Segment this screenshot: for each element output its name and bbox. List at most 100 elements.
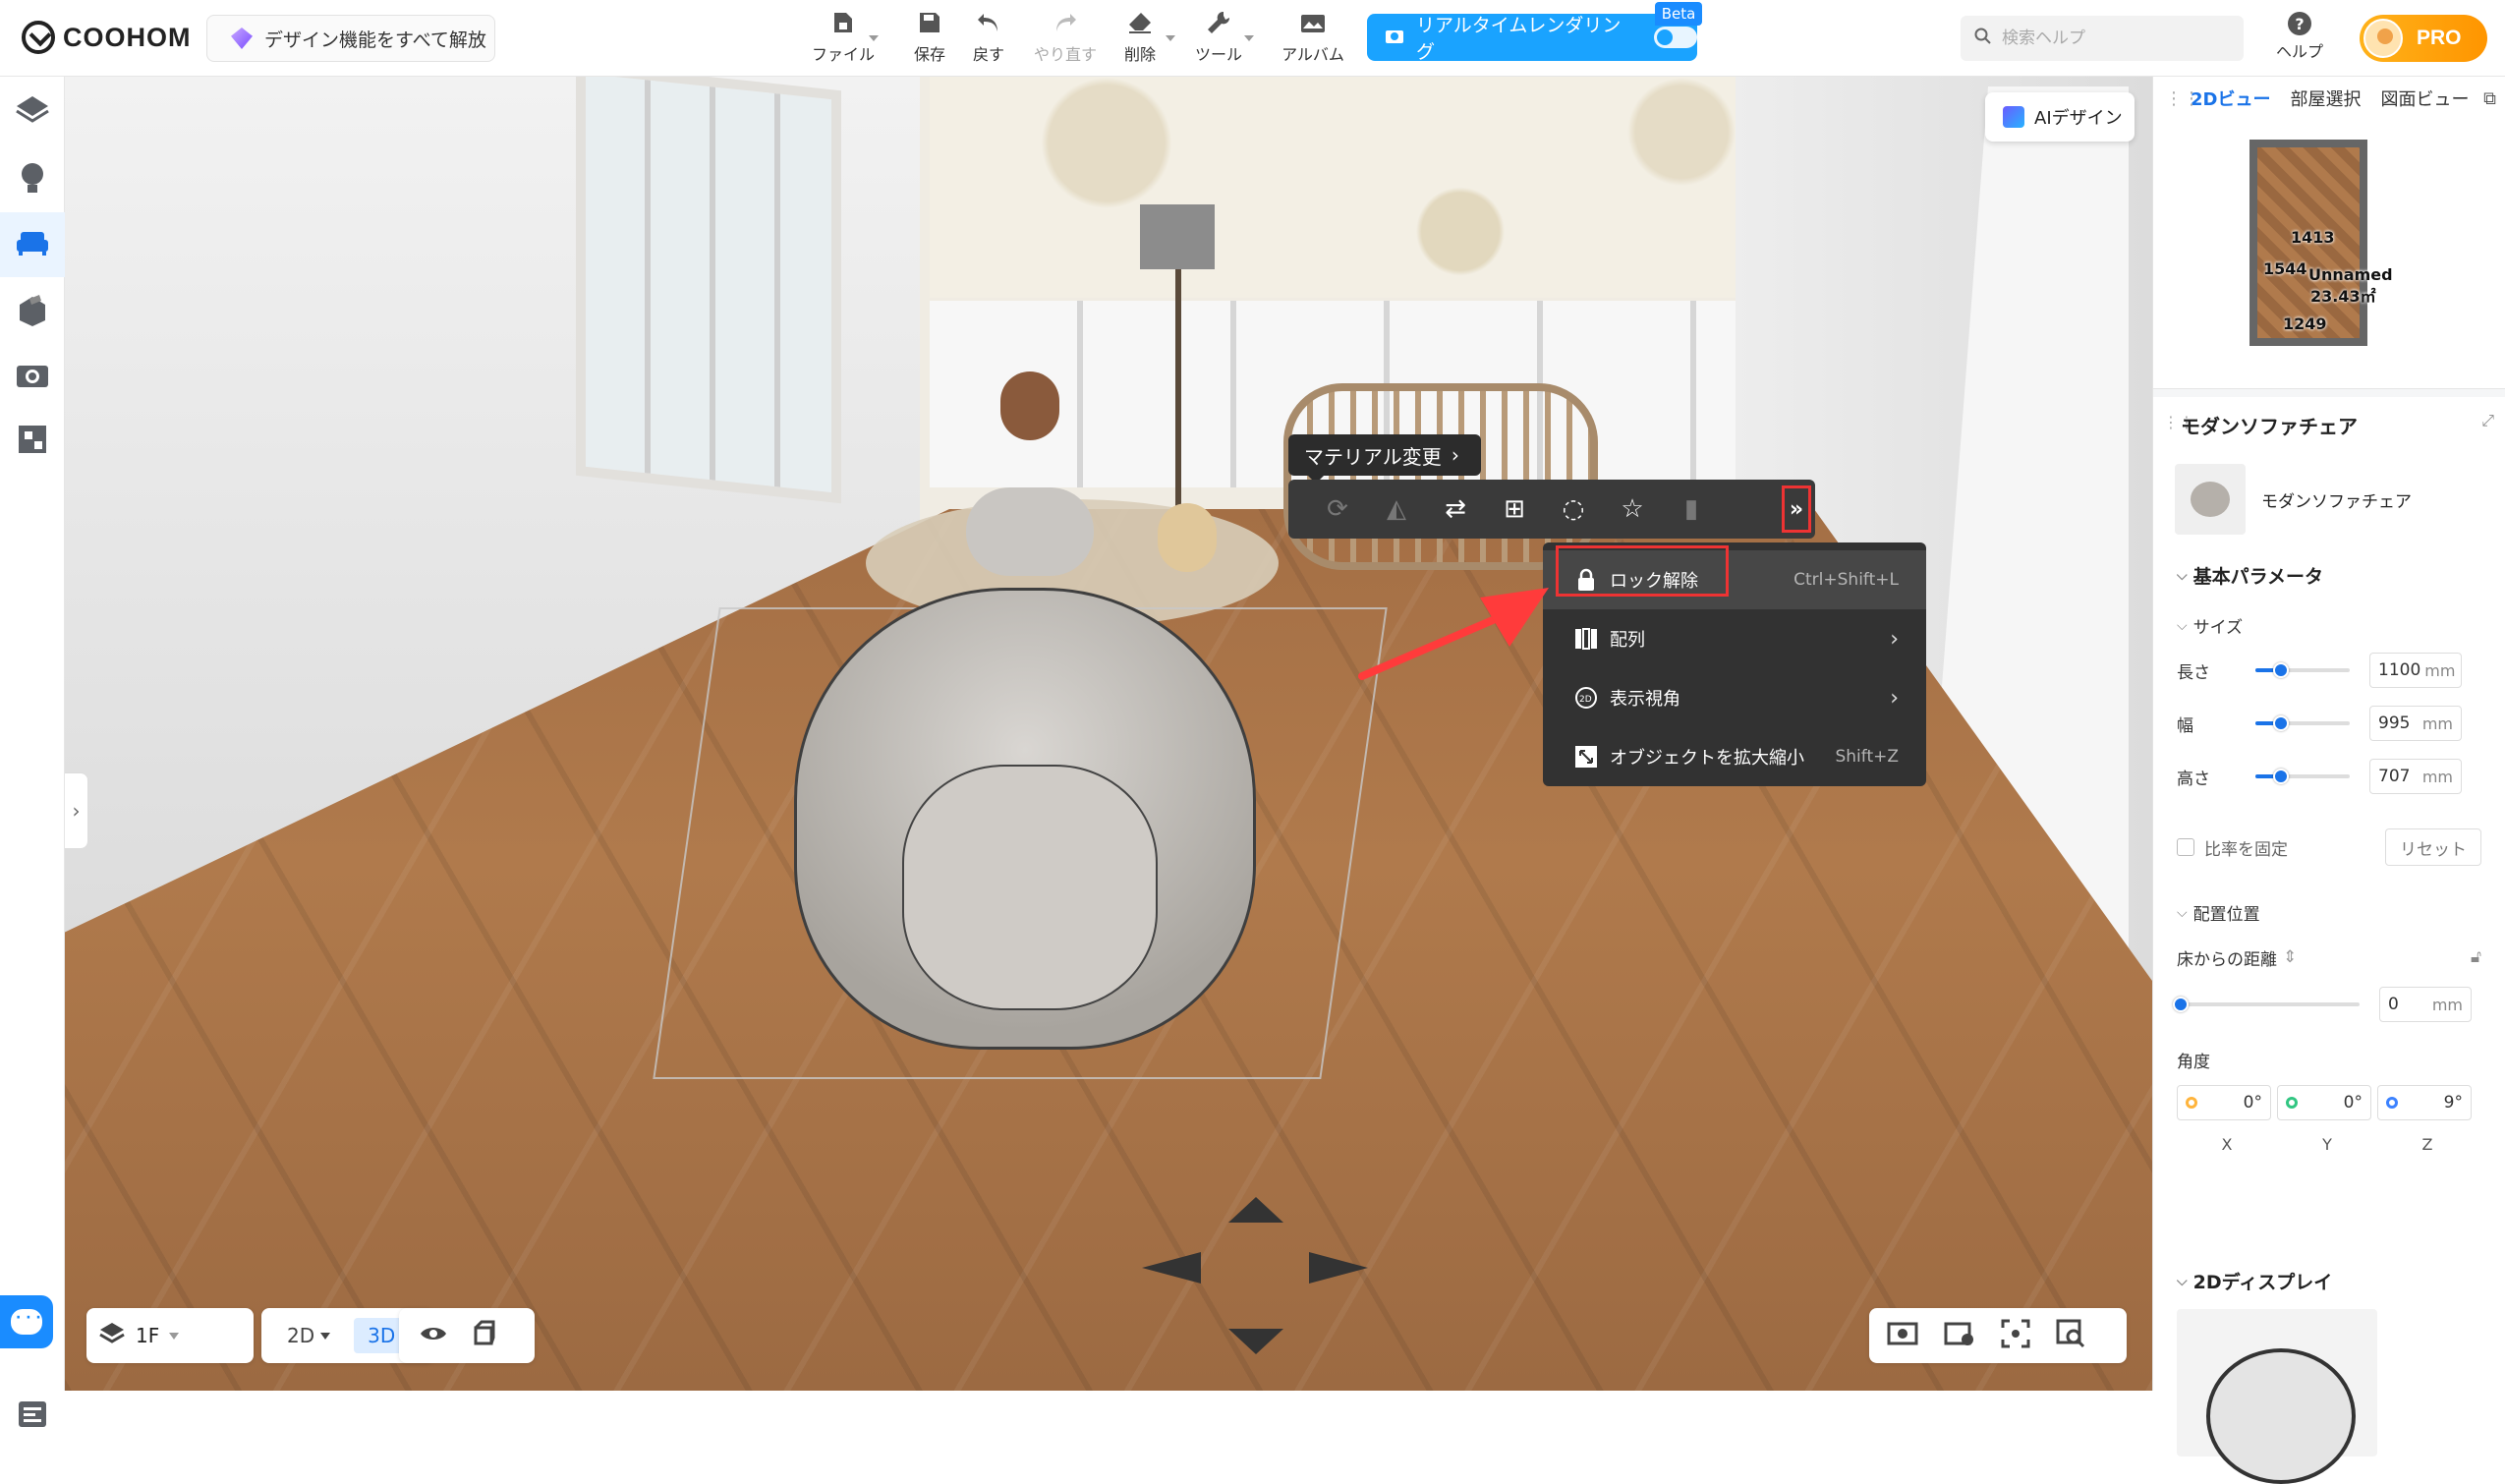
avatar[interactable] (2363, 19, 2403, 58)
eraser-icon (1125, 8, 1155, 37)
drag-handle-icon[interactable]: ⋮⋮ (2165, 88, 2200, 109)
floor-selector[interactable]: 1F (86, 1308, 254, 1363)
tools-menu-button[interactable]: ツール (1179, 8, 1258, 69)
tab-room-select[interactable]: 部屋選択 (2290, 86, 2361, 111)
plush-giraffe[interactable] (1158, 503, 1217, 572)
ai-design-button[interactable]: AIデザイン (1985, 92, 2135, 142)
height-slider[interactable] (2255, 769, 2350, 784)
eye-button[interactable] (419, 1324, 448, 1348)
rotate-button[interactable]: ⟳ (1308, 480, 1367, 539)
section-basic-params[interactable]: ⌵ 基本パラメータ (2177, 562, 2323, 589)
file-menu-button[interactable]: ファイル (804, 8, 882, 69)
menu-item-array[interactable]: 配列 › (1543, 609, 1926, 668)
camera-settings-button[interactable] (1944, 1320, 1975, 1352)
material-change-tip[interactable]: マテリアル変更 › (1288, 434, 1481, 484)
floor-lamp-shade[interactable] (1140, 204, 1215, 269)
chevron-down-icon (169, 1332, 180, 1340)
realtime-render-button[interactable]: リアルタイムレンダリング (1367, 14, 1697, 63)
paint-box-icon (16, 293, 49, 330)
ratio-lock-checkbox[interactable] (2177, 838, 2194, 856)
app-logo[interactable]: COOHOM (22, 18, 192, 57)
tab-2d-view[interactable]: 2Dビュー (2191, 86, 2270, 111)
width-input[interactable]: 995 mm (2369, 706, 2462, 741)
arrow-up-icon[interactable] (1228, 1197, 1283, 1223)
plush-monkey[interactable] (1000, 371, 1059, 440)
album-button[interactable]: アルバム (1274, 8, 1352, 69)
length-label: 長さ (2177, 662, 2210, 683)
section-size[interactable]: ⌵ サイズ (2177, 613, 2243, 639)
lock-icon[interactable]: 🔓︎ (2471, 947, 2481, 967)
pro-badge-button[interactable]: PRO (2360, 15, 2487, 62)
rail-render-camera[interactable] (0, 344, 65, 409)
angle-x-input[interactable]: 0 ° (2177, 1085, 2271, 1120)
chevron-right-icon: › (1890, 685, 1899, 711)
pouf-ottoman[interactable] (966, 487, 1094, 576)
length-slider[interactable] (2255, 662, 2350, 678)
chat-support-button[interactable] (0, 1295, 53, 1348)
cube-view-button[interactable] (470, 1320, 497, 1352)
zoom-view-button[interactable] (2056, 1319, 2085, 1353)
chevron-down-icon (869, 35, 879, 41)
section-placement[interactable]: ⌵ 配置位置 (2177, 900, 2260, 926)
rail-floorplan[interactable] (0, 79, 65, 143)
rail-furniture[interactable] (0, 212, 65, 277)
3d-viewport[interactable]: AIデザイン マテリアル変更 › ⟳ ◭ ⇄ ⊞ ◌ ☆ ▮ » ロック解除 C… (65, 77, 2152, 1391)
display-controls (399, 1308, 535, 1363)
layers-icon (98, 1321, 126, 1351)
ai-icon (2003, 106, 2024, 128)
popout-icon[interactable]: ⧉ (2483, 88, 2496, 109)
tab-drawing-view[interactable]: 図面ビュー (2380, 86, 2469, 111)
menu-item-label: 表示視角 (1610, 689, 1680, 710)
hide-button[interactable]: ◌ (1544, 480, 1603, 539)
height-input[interactable]: 707 mm (2369, 759, 2462, 794)
arrow-left-icon[interactable] (1142, 1252, 1201, 1284)
chevron-down-icon (1166, 35, 1175, 41)
minimap-room-area: 23.43㎡ (2310, 287, 2376, 306)
focus-icon (2001, 1319, 2030, 1347)
sofa-chair-seat (902, 765, 1158, 1010)
floor-distance-slider[interactable] (2173, 997, 2360, 1012)
unlock-features-label: デザイン機能をすべて解放 (264, 29, 486, 51)
menu-item-scale-object[interactable]: オブジェクトを拡大縮小 Shift+Z (1543, 727, 1926, 786)
render-toggle[interactable] (1653, 27, 1697, 48)
chat-icon (11, 1309, 42, 1335)
expand-icon[interactable]: ⤢ (2481, 411, 2494, 430)
reset-button[interactable]: リセット (2385, 828, 2481, 866)
favorite-button[interactable]: ☆ (1603, 480, 1662, 539)
capture-view-button[interactable] (1887, 1320, 1918, 1352)
floor-label: 1F (136, 1324, 160, 1347)
section-2d-display[interactable]: ⌵ 2Dディスプレイ (2177, 1268, 2332, 1294)
help-button[interactable]: ? ヘルプ (2265, 12, 2334, 67)
blueprint-icon (17, 424, 48, 459)
duplicate-button[interactable]: ⊞ (1485, 480, 1544, 539)
rail-materials[interactable] (0, 279, 65, 344)
angle-y-input[interactable]: 0 ° (2277, 1085, 2371, 1120)
mirror-button[interactable]: ◭ (1367, 480, 1426, 539)
angle-z-input[interactable]: 9 ° (2377, 1085, 2472, 1120)
redo-button[interactable]: やり直す (1026, 8, 1105, 69)
view-2d-button[interactable]: 2D (273, 1318, 344, 1353)
width-slider[interactable] (2255, 715, 2350, 731)
scale-icon (1572, 743, 1600, 771)
more-actions-button[interactable]: » (1782, 485, 1811, 533)
2d-display-thumbnail[interactable] (2177, 1309, 2377, 1484)
rail-lighting[interactable] (0, 147, 65, 212)
expand-sidebar-button[interactable]: › (65, 772, 88, 849)
arrow-down-icon[interactable] (1228, 1329, 1283, 1354)
help-search-input[interactable] (2002, 29, 2218, 48)
rail-settings[interactable] (0, 1384, 65, 1449)
minimap[interactable]: 1413 1544 Unnamed 23.43㎡ 1249 (2153, 120, 2505, 389)
floor-distance-input[interactable]: 0 mm (2379, 987, 2472, 1022)
menu-item-view-angle[interactable]: 2D 表示視角 › (1543, 668, 1926, 727)
rail-drawings[interactable] (0, 409, 65, 474)
trash-button[interactable]: ▮ (1662, 480, 1721, 539)
unlock-features-button[interactable]: デザイン機能をすべて解放 (206, 15, 495, 62)
replace-button[interactable]: ⇄ (1426, 480, 1485, 539)
delete-button[interactable]: 削除 (1101, 8, 1179, 69)
undo-button[interactable]: 戻す (949, 8, 1028, 69)
arrow-right-icon[interactable] (1309, 1252, 1368, 1284)
height-row: 高さ 707 mm (2177, 759, 2481, 794)
product-card[interactable]: モダンソファチェア (2175, 462, 2479, 537)
focus-button[interactable] (2001, 1319, 2030, 1353)
length-input[interactable]: 1100 mm (2369, 653, 2462, 688)
